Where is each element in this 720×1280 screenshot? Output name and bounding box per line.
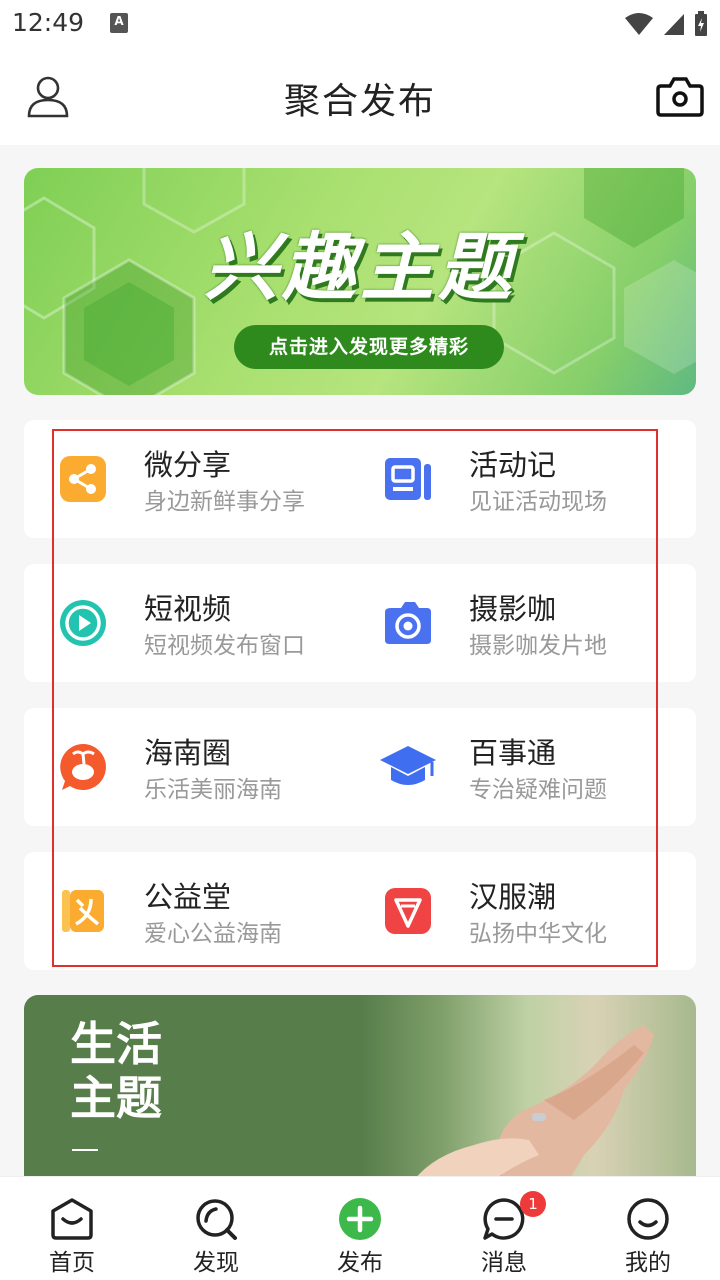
interest-banner-title: 兴趣主题 xyxy=(204,225,516,311)
category-row: 短视频 短视频发布窗口 摄影咖 摄影咖发片地 xyxy=(24,564,696,682)
life-banner-title: 生活 主题 xyxy=(70,1017,162,1125)
interest-topic-banner[interactable]: 兴趣主题 点击进入发现更多精彩 xyxy=(24,168,696,395)
activity-record-icon xyxy=(385,458,431,500)
category-item-hanfu[interactable]: 汉服潮 弘扬中华文化 xyxy=(349,852,679,970)
unread-badge: 1 xyxy=(520,1191,546,1217)
category-subtitle: 见证活动现场 xyxy=(469,489,607,515)
category-row: 微分享 身边新鲜事分享 活动记 见证活动现场 xyxy=(24,420,696,538)
hanfu-icon xyxy=(385,888,431,934)
life-title-line1: 生活 xyxy=(70,1017,162,1071)
nav-label: 消息 xyxy=(481,1250,527,1276)
category-row: 公益堂 爱心公益海南 汉服潮 弘扬中华文化 xyxy=(24,852,696,970)
category-item-micro-share[interactable]: 微分享 身边新鲜事分享 xyxy=(24,420,354,538)
nav-item-messages[interactable]: 1 消息 xyxy=(432,1177,576,1280)
life-title-underline xyxy=(72,1149,98,1151)
nav-label: 发现 xyxy=(193,1250,239,1276)
nav-item-publish[interactable]: 发布 xyxy=(288,1177,432,1280)
nav-item-home[interactable]: 首页 xyxy=(0,1177,144,1280)
signal-icon xyxy=(664,14,684,35)
header-bar: 聚合发布 xyxy=(0,50,720,145)
nav-label: 发布 xyxy=(337,1250,383,1276)
category-title: 活动记 xyxy=(469,448,557,482)
video-play-icon xyxy=(60,600,106,646)
category-item-short-video[interactable]: 短视频 短视频发布窗口 xyxy=(24,564,354,682)
camera-icon xyxy=(656,77,704,117)
nav-item-discover[interactable]: 发现 xyxy=(144,1177,288,1280)
category-subtitle: 摄影咖发片地 xyxy=(469,633,607,659)
category-item-hainan-circle[interactable]: 海南圈 乐活美丽海南 xyxy=(24,708,354,826)
life-title-line2: 主题 xyxy=(70,1071,162,1125)
category-title: 汉服潮 xyxy=(469,880,557,914)
category-subtitle: 乐活美丽海南 xyxy=(144,777,282,803)
share-icon xyxy=(60,456,106,502)
graduation-cap-icon xyxy=(380,746,436,785)
hands-photo-image xyxy=(414,1025,654,1180)
category-item-activity[interactable]: 活动记 见证活动现场 xyxy=(349,420,679,538)
category-title: 公益堂 xyxy=(144,880,232,914)
discover-more-button[interactable]: 点击进入发现更多精彩 xyxy=(234,325,504,369)
life-topic-banner[interactable]: 生活 主题 xyxy=(24,995,696,1180)
category-subtitle: 爱心公益海南 xyxy=(144,921,282,947)
discover-icon xyxy=(196,1199,237,1240)
category-title: 摄影咖 xyxy=(469,592,557,626)
category-title: 海南圈 xyxy=(144,736,232,770)
wifi-icon xyxy=(625,13,653,35)
category-title: 短视频 xyxy=(144,592,232,626)
category-subtitle: 身边新鲜事分享 xyxy=(144,489,305,515)
nav-item-profile[interactable]: 我的 xyxy=(576,1177,720,1280)
charity-icon xyxy=(62,890,104,932)
category-subtitle: 弘扬中华文化 xyxy=(469,921,607,947)
photo-camera-icon xyxy=(385,602,431,644)
category-subtitle: 短视频发布窗口 xyxy=(144,633,305,659)
category-title: 百事通 xyxy=(469,736,557,770)
nav-label: 首页 xyxy=(49,1250,95,1276)
category-item-know-all[interactable]: 百事通 专治疑难问题 xyxy=(349,708,679,826)
profile-smile-icon xyxy=(627,1198,669,1240)
category-item-charity[interactable]: 公益堂 爱心公益海南 xyxy=(24,852,354,970)
nav-label: 我的 xyxy=(625,1250,671,1276)
hainan-island-icon xyxy=(60,744,106,790)
publish-plus-icon xyxy=(339,1198,381,1240)
camera-button[interactable] xyxy=(656,74,704,118)
home-icon xyxy=(51,1198,93,1240)
category-row: 海南圈 乐活美丽海南 百事通 专治疑难问题 xyxy=(24,708,696,826)
page-title: 聚合发布 xyxy=(283,81,436,122)
notification-a-icon: A xyxy=(110,13,128,33)
battery-icon xyxy=(695,11,707,36)
category-subtitle: 专治疑难问题 xyxy=(469,777,607,803)
status-bar: 12:49 A xyxy=(0,0,720,50)
category-item-photography[interactable]: 摄影咖 摄影咖发片地 xyxy=(349,564,679,682)
status-time: 12:49 xyxy=(12,8,85,37)
status-icons xyxy=(624,10,708,38)
category-title: 微分享 xyxy=(144,448,232,482)
bottom-navigation: 首页 发现 发布 1 消息 我的 xyxy=(0,1176,720,1280)
